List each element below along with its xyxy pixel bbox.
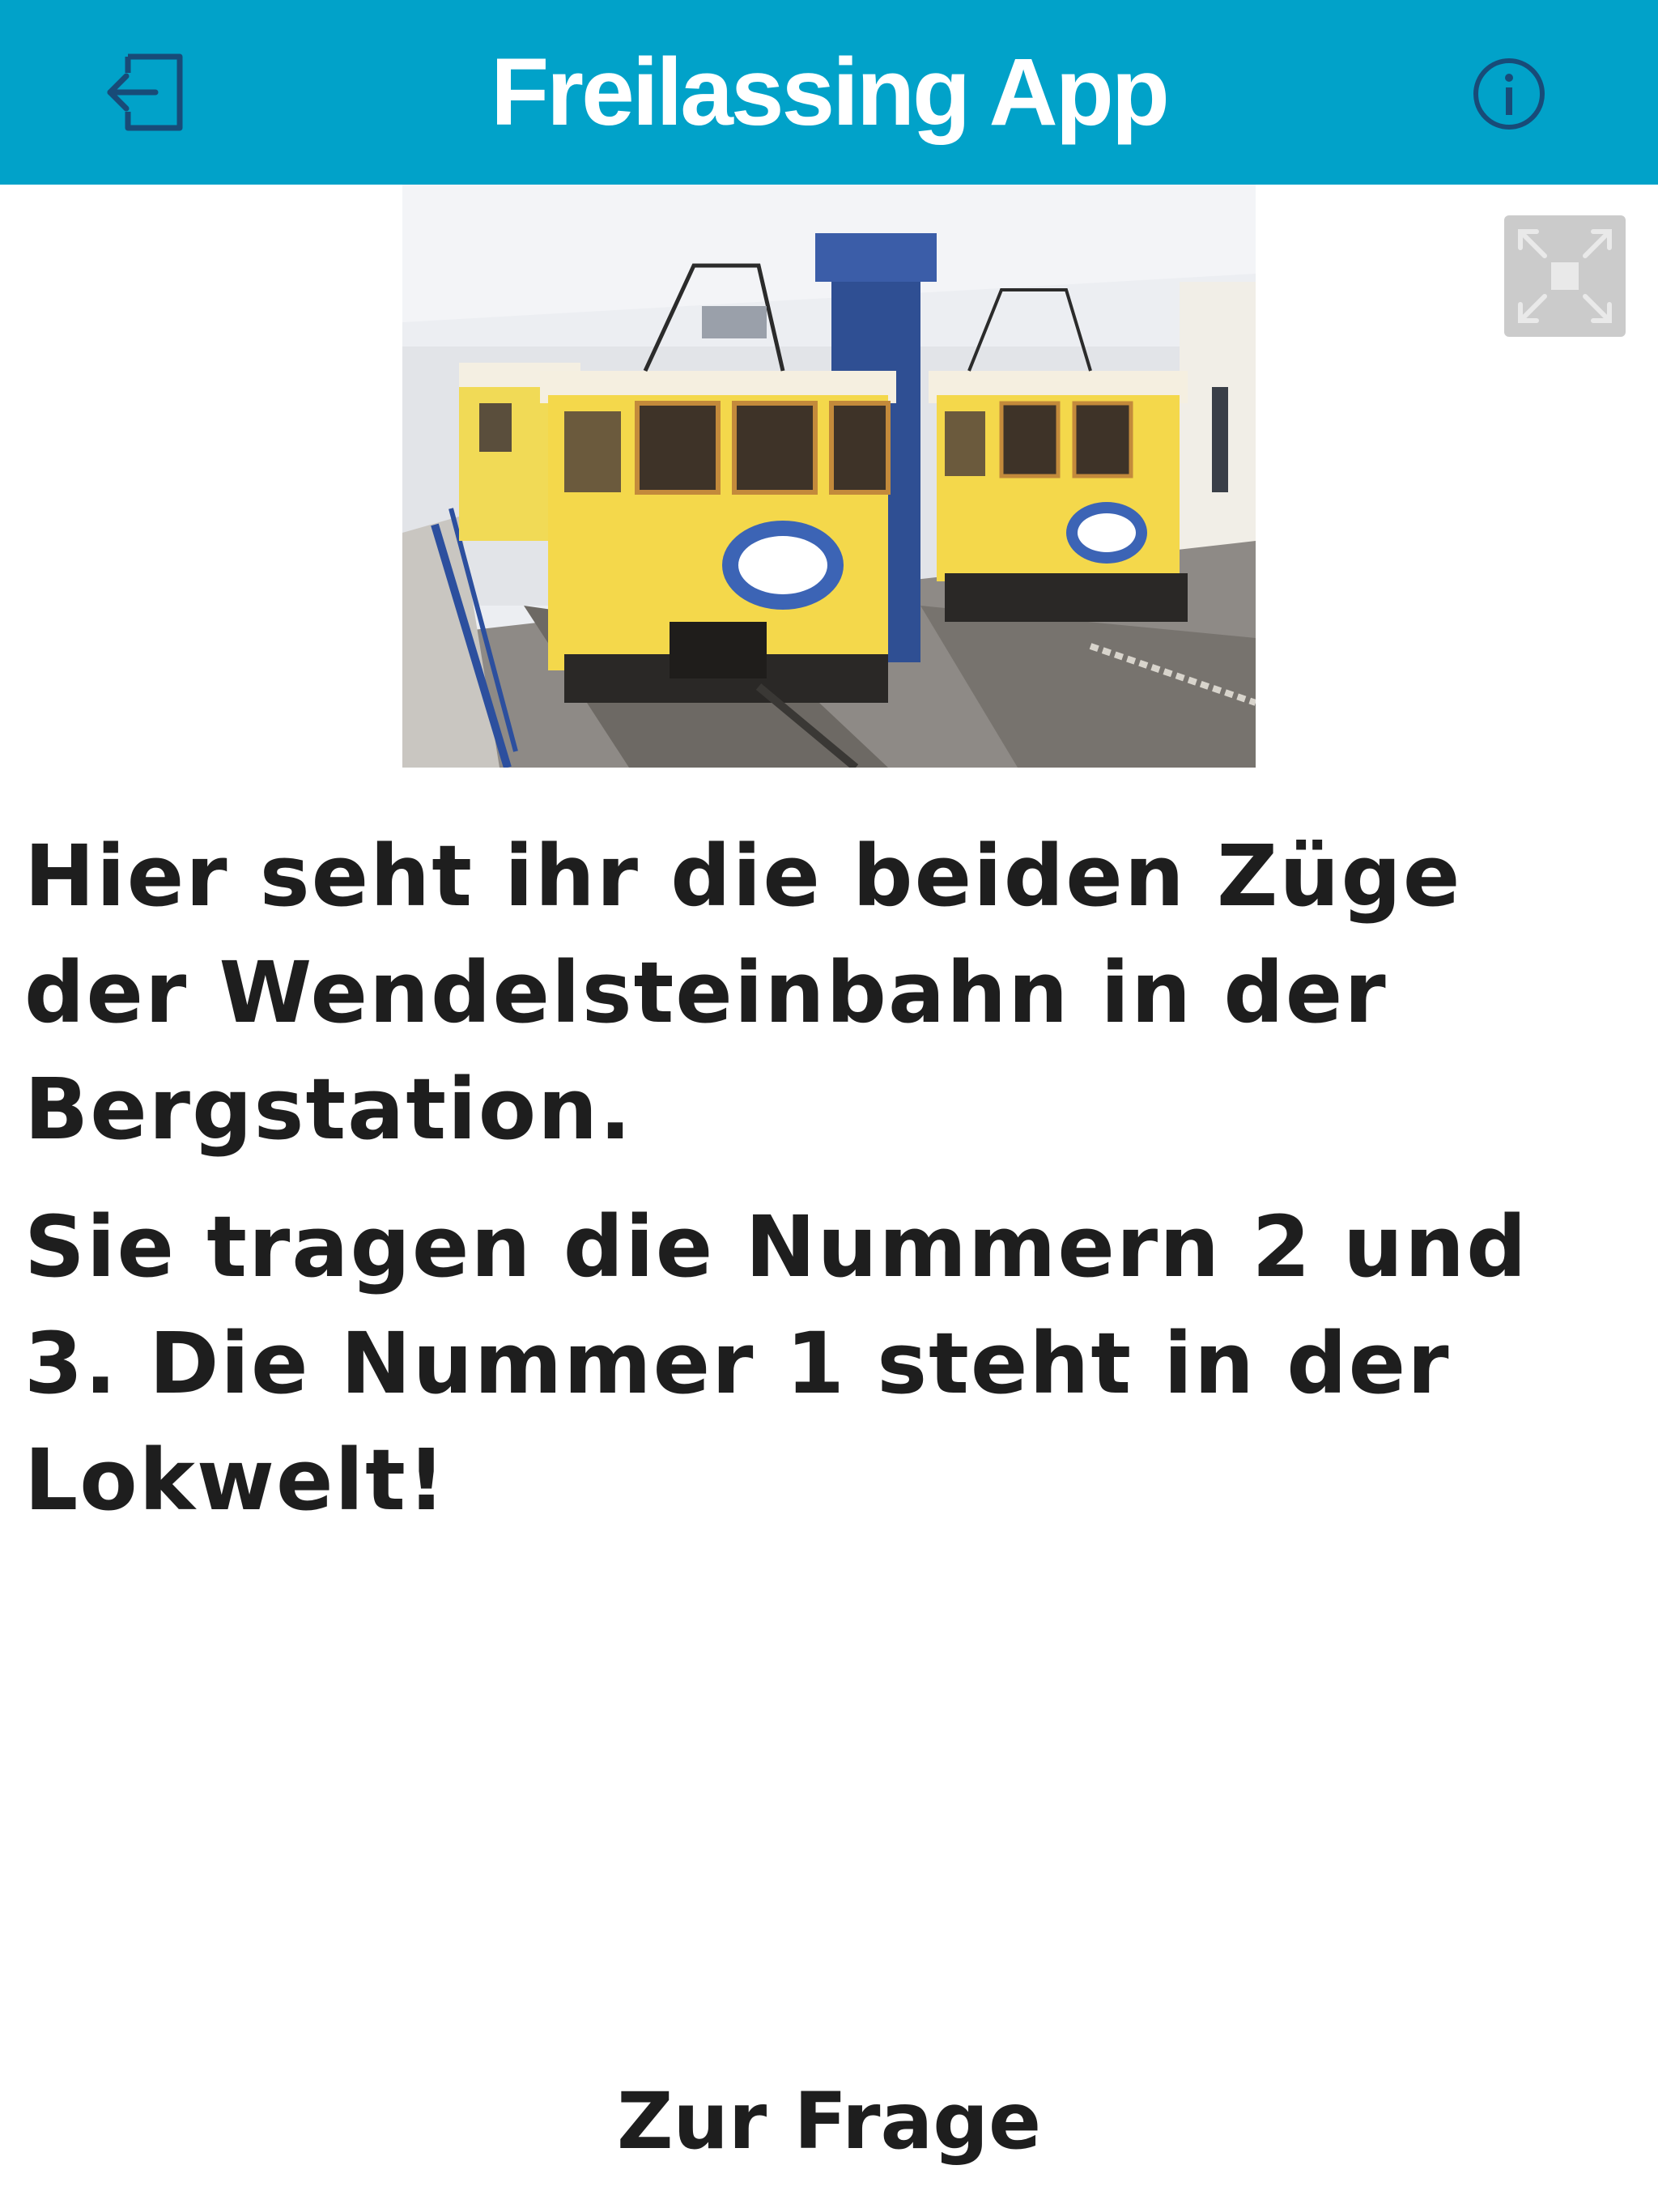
info-icon — [1473, 58, 1545, 130]
description-text: Hier seht ihr die beiden Züge der Wendel… — [24, 818, 1635, 1559]
description-paragraph-2: Sie tragen die Nummern 2 und 3. Die Numm… — [24, 1197, 1528, 1529]
next-question-button[interactable]: Zur Frage — [0, 2073, 1658, 2170]
fullscreen-icon — [1518, 229, 1612, 323]
info-button[interactable] — [1472, 57, 1546, 131]
train-photo — [402, 185, 1256, 768]
fullscreen-button[interactable] — [1504, 215, 1626, 337]
app-header: Freilassing App — [0, 0, 1658, 185]
app-title: Freilassing App — [491, 39, 1170, 146]
description-paragraph-1: Hier seht ihr die beiden Züge der Wendel… — [24, 827, 1462, 1159]
